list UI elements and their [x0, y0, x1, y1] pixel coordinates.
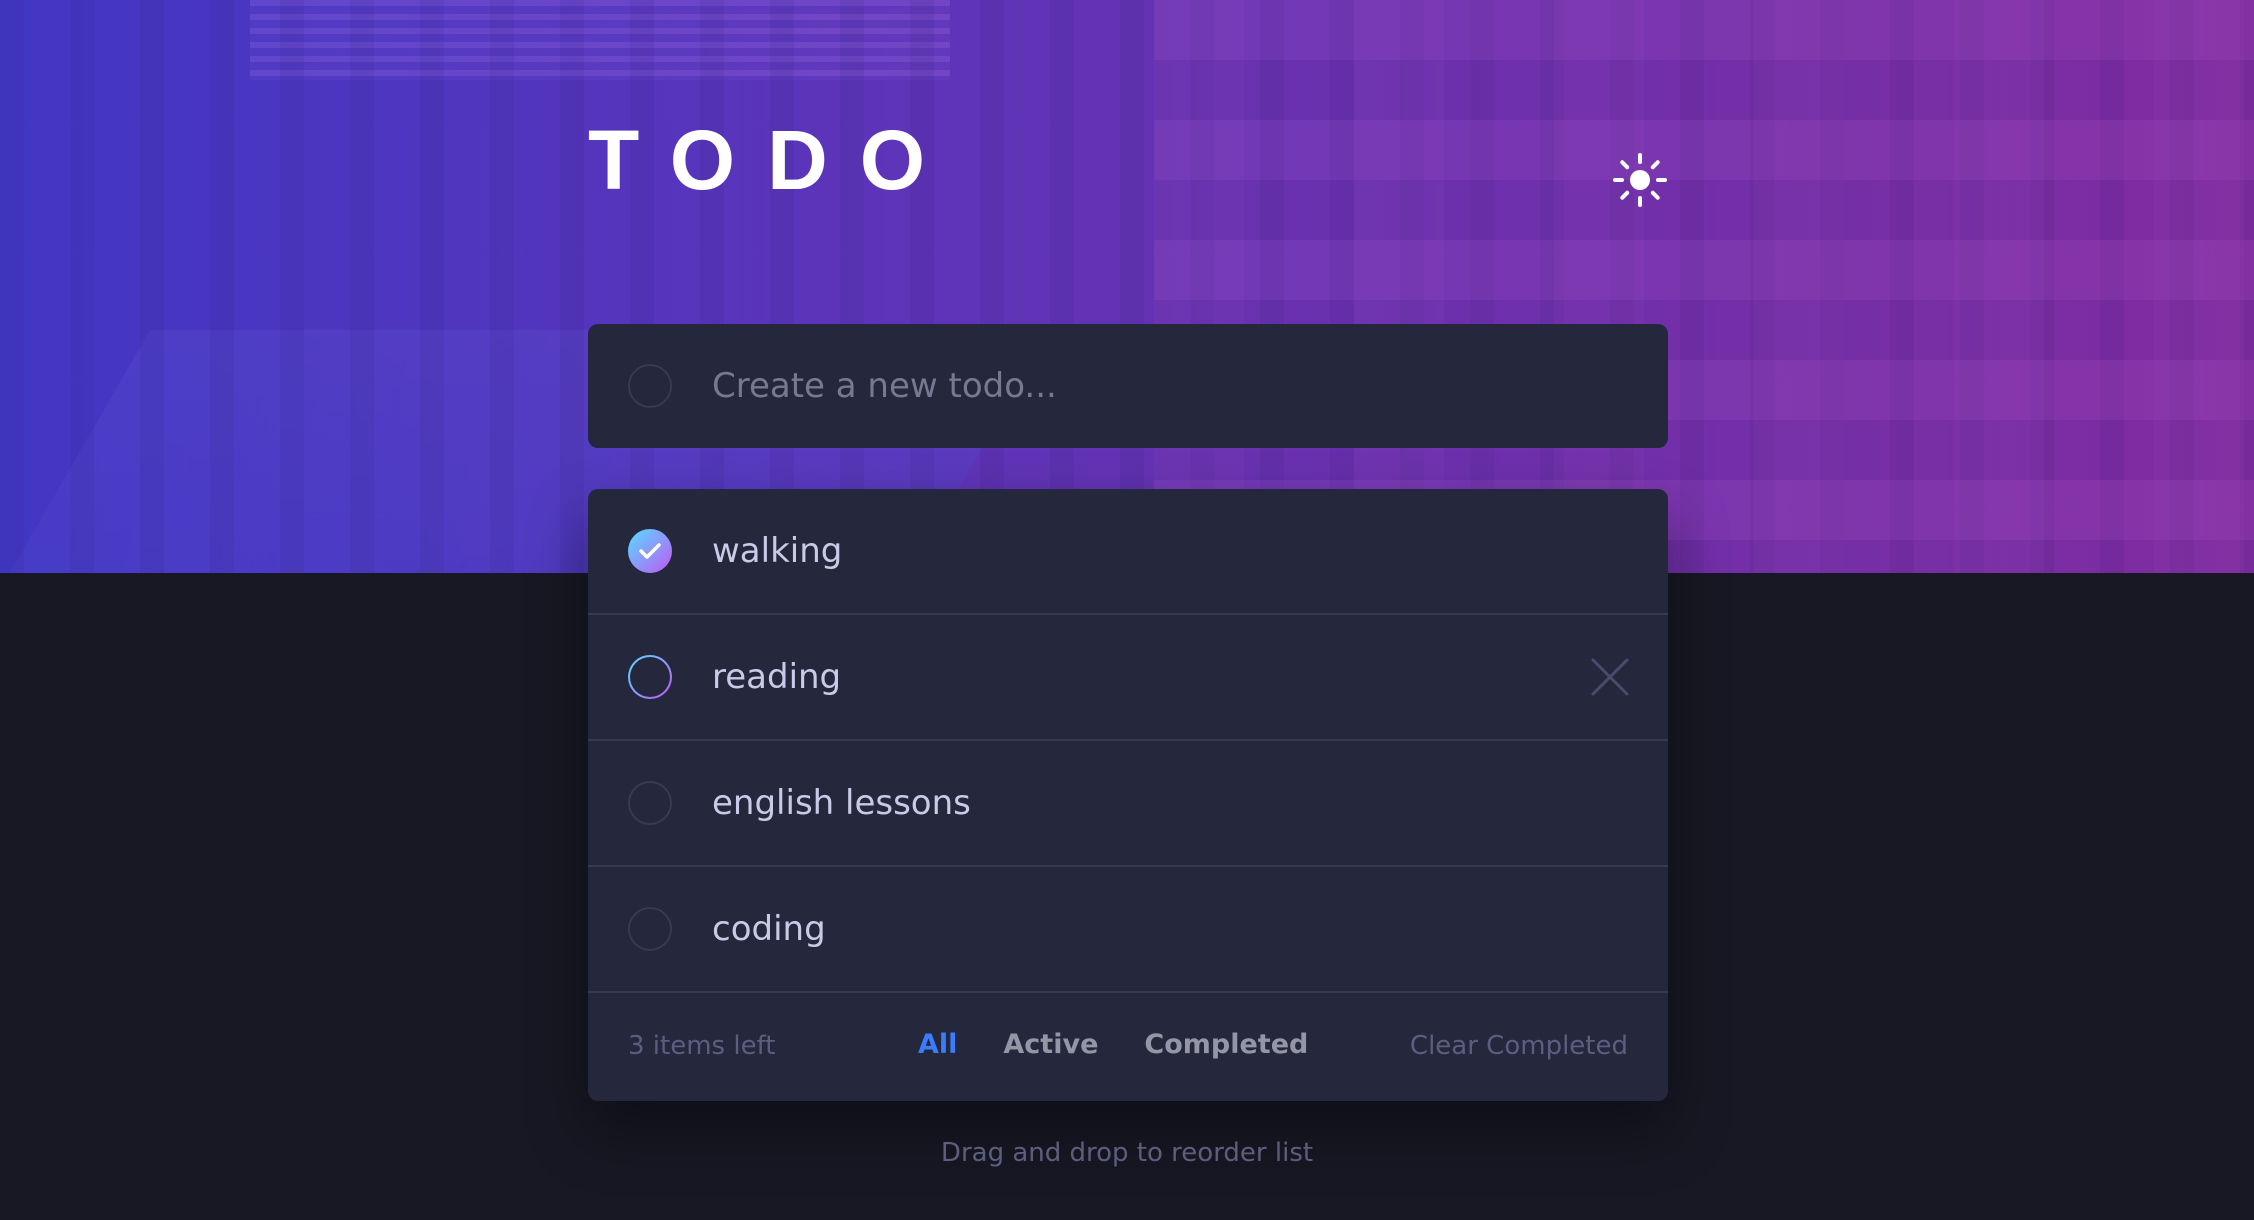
filter-all[interactable]: All	[918, 1029, 957, 1060]
reorder-hint: Drag and drop to reorder list	[940, 1138, 1314, 1168]
close-icon	[1591, 658, 1629, 696]
theme-toggle-button[interactable]	[1612, 152, 1668, 208]
todo-item[interactable]: english lessons	[588, 741, 1668, 867]
todo-list: walking reading english lessons coding 3…	[588, 489, 1668, 1101]
gradient-overlay	[0, 0, 2254, 573]
todo-checkbox[interactable]	[628, 655, 672, 699]
list-footer: 3 items left All Active Completed Clear …	[588, 993, 1668, 1101]
check-icon	[639, 543, 661, 559]
delete-todo-button[interactable]	[1590, 657, 1630, 697]
app-title: TODO	[588, 113, 958, 207]
filter-active[interactable]: Active	[1003, 1029, 1098, 1060]
todo-text: walking	[712, 531, 843, 571]
items-left-count: 3 items left	[628, 1031, 776, 1061]
todo-item[interactable]: reading	[588, 615, 1668, 741]
todo-text: reading	[712, 657, 842, 697]
todo-text: coding	[712, 909, 826, 949]
filter-completed[interactable]: Completed	[1144, 1029, 1308, 1060]
sun-icon	[1613, 153, 1667, 207]
todo-app: TODO walking	[0, 0, 2254, 1220]
todo-checkbox-checked[interactable]	[628, 529, 672, 573]
todo-text: english lessons	[712, 783, 971, 823]
todo-checkbox[interactable]	[628, 781, 672, 825]
hero-background-image	[0, 0, 2254, 573]
new-todo-check-circle[interactable]	[628, 364, 672, 408]
filter-tabs: All Active Completed	[918, 1029, 1308, 1060]
todo-item[interactable]: walking	[588, 489, 1668, 615]
todo-checkbox[interactable]	[628, 907, 672, 951]
todo-item[interactable]: coding	[588, 867, 1668, 993]
clear-completed-button[interactable]: Clear Completed	[1410, 1031, 1628, 1061]
new-todo-bar	[588, 324, 1668, 448]
new-todo-input[interactable]	[712, 356, 1612, 416]
